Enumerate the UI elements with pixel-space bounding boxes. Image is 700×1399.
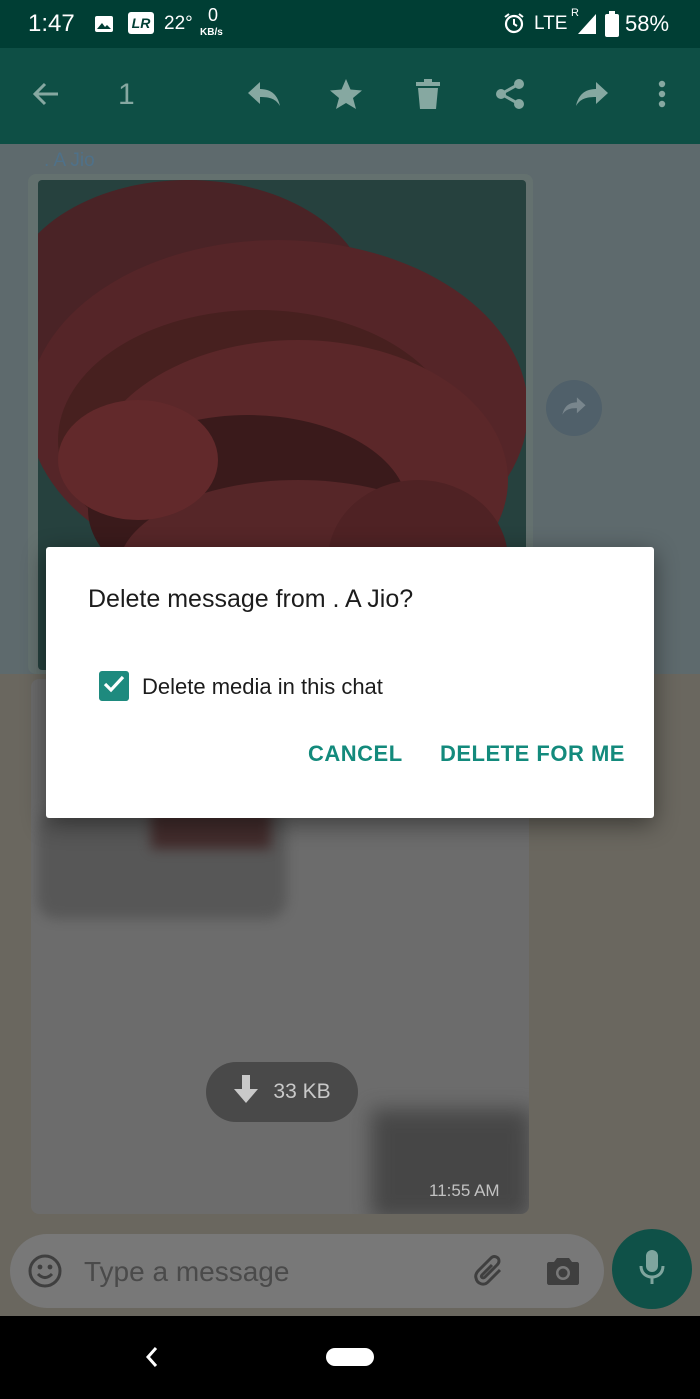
message-timestamp: 11:55 AM — [429, 1181, 500, 1200]
battery-icon — [605, 11, 619, 42]
reply-button[interactable] — [234, 48, 294, 144]
cancel-button[interactable]: CANCEL — [308, 741, 403, 767]
star-icon — [329, 78, 363, 115]
status-bar: 1:47 LR 22° 0 KB/s LTE R 58% — [0, 0, 700, 48]
lr-app-icon: LR — [128, 12, 154, 34]
attach-icon[interactable] — [472, 1254, 506, 1293]
forward-message-button[interactable] — [546, 380, 602, 436]
delete-button[interactable] — [398, 48, 458, 144]
network-type: LTE — [534, 13, 568, 34]
selected-count: 1 — [118, 78, 135, 111]
net-speed-unit: KB/s — [200, 27, 223, 38]
emoji-icon[interactable] — [28, 1254, 62, 1293]
delete-icon — [416, 78, 440, 114]
net-speed-value: 0 — [208, 5, 219, 25]
share-button[interactable] — [480, 48, 540, 144]
delete-message-dialog: Delete message from . A Jio? Delete medi… — [46, 547, 654, 818]
delete-for-me-button[interactable]: DELETE FOR ME — [440, 741, 625, 767]
more-options-button[interactable] — [632, 48, 692, 144]
download-size: 33 KB — [273, 1080, 331, 1103]
back-arrow-icon — [31, 79, 61, 114]
message-placeholder[interactable]: Type a message — [84, 1256, 289, 1288]
message-input-bar[interactable]: Type a message — [10, 1234, 604, 1308]
signal-icon — [577, 13, 597, 40]
forward-button[interactable] — [562, 48, 622, 144]
gallery-notification-icon — [94, 15, 114, 38]
mic-icon — [638, 1249, 666, 1290]
sender-name: . A Jio — [44, 150, 95, 171]
forward-icon — [574, 80, 610, 113]
more-options-icon — [658, 80, 666, 113]
selection-action-bar: 1 — [0, 48, 700, 144]
reply-icon — [246, 80, 282, 113]
battery-percent: 58% — [625, 11, 670, 36]
download-icon — [233, 1074, 259, 1110]
checkmark-icon — [103, 675, 125, 698]
alarm-icon — [503, 12, 525, 39]
dialog-title: Delete message from . A Jio? — [88, 585, 414, 613]
download-button[interactable]: 33 KB — [206, 1062, 358, 1122]
share-icon — [494, 78, 526, 115]
delete-media-checkbox[interactable] — [99, 671, 129, 701]
status-temperature: 22° — [164, 13, 193, 34]
status-time: 1:47 — [28, 10, 75, 37]
back-button[interactable] — [16, 48, 76, 144]
mic-button[interactable] — [612, 1229, 692, 1309]
system-navigation-bar — [0, 1316, 700, 1399]
nav-back-icon[interactable] — [145, 1346, 159, 1373]
nav-home-pill[interactable] — [326, 1348, 374, 1366]
delete-media-label[interactable]: Delete media in this chat — [142, 674, 383, 700]
camera-icon[interactable] — [546, 1256, 580, 1291]
forward-icon — [561, 395, 587, 422]
star-button[interactable] — [316, 48, 376, 144]
